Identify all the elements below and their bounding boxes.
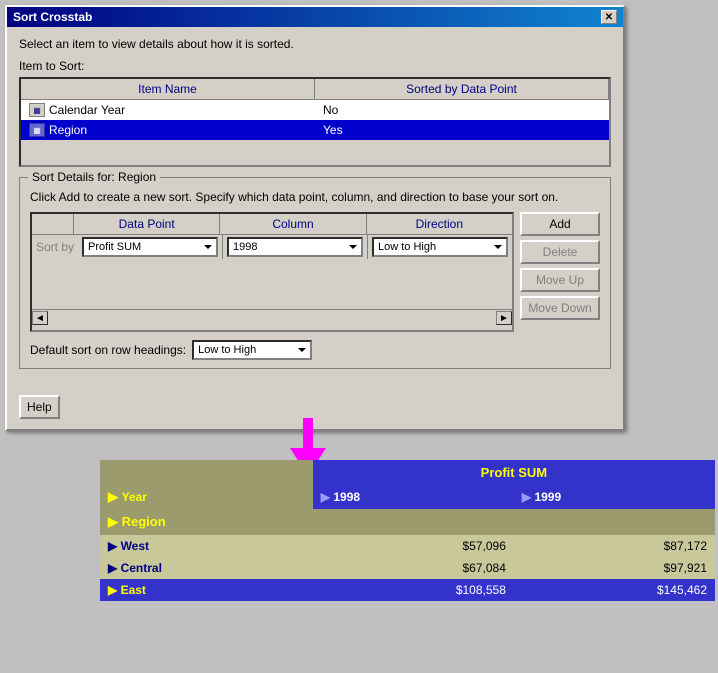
west-1998: $57,096 — [313, 535, 514, 557]
data-point-cell: Profit SUM — [78, 235, 223, 259]
region-cell: ▦ Region — [21, 120, 315, 140]
row-icon: ▦ — [29, 123, 45, 137]
move-up-button[interactable]: Move Up — [520, 268, 600, 292]
sort-grid-area: Data Point Column Direction Sort by Prof… — [30, 212, 600, 332]
west-row[interactable]: ▶ West $57,096 $87,172 — [100, 535, 715, 557]
column-header: Column — [220, 214, 366, 235]
sort-row: Sort by Profit SUM 1998 — [32, 235, 512, 259]
description-text: Select an item to view details about how… — [19, 37, 611, 51]
item-name-header: Item Name — [21, 79, 315, 99]
direction-select[interactable]: Low to High — [372, 237, 508, 257]
central-row[interactable]: ▶ Central $67,084 $97,921 — [100, 557, 715, 579]
items-table-container: Item Name Sorted by Data Point ▦ Calenda… — [19, 77, 611, 167]
year-label: ▶ Year — [100, 485, 313, 509]
sort-grid-header: Data Point Column Direction — [32, 214, 512, 235]
west-label: ▶ West — [100, 535, 313, 557]
item-to-sort-label: Item to Sort: — [19, 59, 611, 73]
sorted-by-header: Sorted by Data Point — [315, 79, 609, 99]
region-header: ▶ Region — [100, 509, 715, 535]
horizontal-scrollbar[interactable]: ◄ ► — [32, 309, 512, 325]
dialog-body: Select an item to view details about how… — [7, 27, 623, 389]
sort-grid: Data Point Column Direction Sort by Prof… — [30, 212, 514, 332]
crosstab-table: Profit SUM ▶ Year ▶ 1998 ▶ 1999 — [100, 460, 715, 601]
east-1999: $145,462 — [514, 579, 715, 601]
direction-cell: Low to High — [368, 235, 512, 259]
title-bar-buttons: ✕ — [601, 10, 617, 24]
direction-header: Direction — [367, 214, 512, 235]
sort-details-group: Sort Details for: Region Click Add to cr… — [19, 177, 611, 369]
data-point-select[interactable]: Profit SUM — [82, 237, 218, 257]
calendar-year-sorted: No — [315, 100, 609, 120]
year-1999: ▶ 1999 — [514, 485, 715, 509]
sort-details-description: Click Add to create a new sort. Specify … — [30, 190, 600, 204]
sort-by-label: Sort by — [32, 237, 78, 257]
year-1998: ▶ 1998 — [313, 485, 514, 509]
region-label: Region — [122, 514, 166, 529]
east-row[interactable]: ▶ East $108,558 $145,462 — [100, 579, 715, 601]
profit-sum-header: Profit SUM — [313, 460, 715, 485]
default-sort-select[interactable]: Low to High — [192, 340, 312, 360]
close-button[interactable]: ✕ — [601, 10, 617, 24]
items-table: Item Name Sorted by Data Point ▦ Calenda… — [21, 79, 609, 140]
region-header-row: ▶ Region — [100, 509, 715, 535]
central-label: ▶ Central — [100, 557, 313, 579]
central-1998: $67,084 — [313, 557, 514, 579]
sort-buttons: Add Delete Move Up Move Down — [520, 212, 600, 332]
crosstab-container: Profit SUM ▶ Year ▶ 1998 ▶ 1999 — [100, 460, 715, 601]
add-button[interactable]: Add — [520, 212, 600, 236]
help-button[interactable]: Help — [19, 395, 60, 419]
table-row[interactable]: ▦ Calendar Year No — [21, 100, 609, 120]
arrow-stem — [303, 418, 313, 448]
calendar-year-cell: ▦ Calendar Year — [21, 100, 315, 120]
dialog-title: Sort Crosstab — [13, 10, 92, 24]
default-sort-row: Default sort on row headings: Low to Hig… — [30, 340, 600, 360]
calendar-year-name: Calendar Year — [49, 103, 125, 117]
row-icon: ▦ — [29, 103, 45, 117]
year-text: Year — [122, 490, 147, 504]
table-row[interactable]: ▦ Region Yes — [21, 120, 609, 140]
region-sorted: Yes — [315, 120, 609, 140]
items-table-header: Item Name Sorted by Data Point — [21, 79, 609, 100]
profit-sum-header-row: Profit SUM — [100, 460, 715, 485]
column-select[interactable]: 1998 — [227, 237, 363, 257]
group-legend: Sort Details for: Region — [28, 170, 160, 184]
column-cell: 1998 — [223, 235, 368, 259]
year-header-row: ▶ Year ▶ 1998 ▶ 1999 — [100, 485, 715, 509]
move-down-button[interactable]: Move Down — [520, 296, 600, 320]
east-1998: $108,558 — [313, 579, 514, 601]
data-point-header: Data Point — [74, 214, 220, 235]
title-bar: Sort Crosstab ✕ — [7, 7, 623, 27]
sort-crosstab-dialog: Sort Crosstab ✕ Select an item to view d… — [5, 5, 625, 431]
central-1999: $97,921 — [514, 557, 715, 579]
region-name: Region — [49, 123, 87, 137]
east-label: ▶ East — [100, 579, 313, 601]
default-sort-label: Default sort on row headings: — [30, 343, 186, 357]
delete-button[interactable]: Delete — [520, 240, 600, 264]
west-1999: $87,172 — [514, 535, 715, 557]
